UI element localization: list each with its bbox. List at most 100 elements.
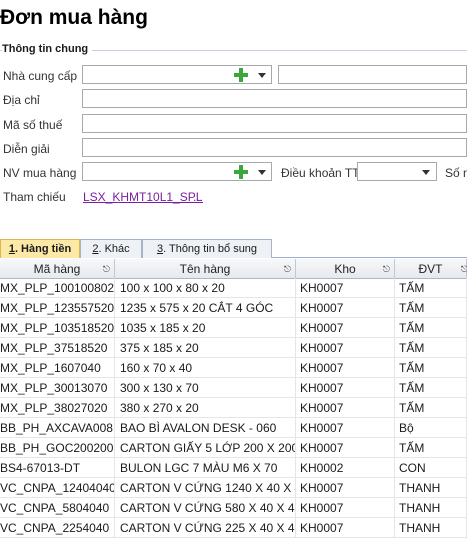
table-row[interactable]: MX_PLP_38027020 380 x 270 x 20 KH0007 TẤ… — [0, 398, 467, 418]
tax-code-field[interactable] — [82, 114, 467, 133]
grid-header: Mã hàng ⎋ Tên hàng ⎋ Kho ⎋ ĐVT ⎋ — [0, 259, 467, 279]
column-header-unit[interactable]: ĐVT ⎋ — [395, 259, 467, 278]
tab-money[interactable]: 1. Hàng tiền — [0, 239, 80, 258]
cell-warehouse[interactable]: KH0007 — [296, 498, 395, 518]
supplier-label: Nhà cung cấp — [3, 69, 78, 83]
payment-terms-label: Điều khoản TT — [281, 166, 360, 180]
cell-warehouse[interactable]: KH0007 — [296, 338, 395, 358]
cell-warehouse[interactable]: KH0007 — [296, 478, 395, 498]
add-purchaser-icon[interactable] — [232, 163, 250, 181]
cell-unit[interactable]: THANH — [395, 498, 467, 518]
cell-warehouse[interactable]: KH0007 — [296, 398, 395, 418]
cell-item-code[interactable]: MX_PLP_100100802 — [0, 278, 115, 298]
tax-code-label: Mã số thuế — [3, 118, 63, 132]
cell-unit[interactable]: THANH — [395, 478, 467, 498]
cell-unit[interactable]: TẤM — [395, 398, 467, 418]
grid-body: MX_PLP_100100802 100 x 100 x 80 x 20 KH0… — [0, 278, 467, 538]
table-row[interactable]: MX_PLP_37518520 375 x 185 x 20 KH0007 TẤ… — [0, 338, 467, 358]
cell-unit[interactable]: TẤM — [395, 358, 467, 378]
cell-item-code[interactable]: BS4-67013-DT — [0, 458, 115, 478]
cell-unit[interactable]: THANH — [395, 518, 467, 538]
description-field[interactable] — [82, 138, 467, 157]
cell-warehouse[interactable]: KH0002 — [296, 458, 395, 478]
cell-warehouse[interactable]: KH0007 — [296, 438, 395, 458]
reference-label: Tham chiếu — [3, 190, 66, 204]
column-header-item-name[interactable]: Tên hàng ⎋ — [115, 259, 296, 278]
cell-item-name[interactable]: CARTON V CỨNG 1240 X 40 X 4 — [115, 478, 296, 498]
table-row[interactable]: MX_PLP_103518520 1035 x 185 x 20 KH0007 … — [0, 318, 467, 338]
cell-unit[interactable]: Bộ — [395, 418, 467, 438]
reference-link[interactable]: LSX_KHMT10L1_SPL — [83, 190, 202, 204]
cell-warehouse[interactable]: KH0007 — [296, 278, 395, 298]
cell-item-name[interactable]: 380 x 270 x 20 — [115, 398, 296, 418]
cell-item-code[interactable]: MX_PLP_103518520 — [0, 318, 115, 338]
cell-warehouse[interactable]: KH0007 — [296, 378, 395, 398]
table-row[interactable]: VC_CNPA_5804040 CARTON V CỨNG 580 X 40 X… — [0, 498, 467, 518]
cell-unit[interactable]: TẤM — [395, 378, 467, 398]
table-row[interactable]: VC_CNPA_2254040 CARTON V CỨNG 225 X 40 X… — [0, 518, 467, 538]
tab-other[interactable]: 2. Khác — [80, 239, 142, 258]
address-label: Địa chỉ — [3, 93, 40, 107]
cell-unit[interactable]: TẤM — [395, 318, 467, 338]
cell-item-code[interactable]: BB_PH_AXCAVA008 — [0, 418, 115, 438]
cell-warehouse[interactable]: KH0007 — [296, 318, 395, 338]
page-title: Đơn mua hàng — [0, 6, 148, 29]
cell-item-code[interactable]: VC_CNPA_2254040 — [0, 518, 115, 538]
payment-terms-dropdown-icon[interactable] — [422, 170, 430, 175]
cell-item-code[interactable]: BB_PH_GOC200200 — [0, 438, 115, 458]
pin-icon[interactable]: ⎋ — [284, 264, 291, 275]
pin-icon[interactable]: ⎋ — [103, 264, 110, 275]
cell-item-code[interactable]: VC_CNPA_12404040 — [0, 478, 115, 498]
cell-item-name[interactable]: 300 x 130 x 70 — [115, 378, 296, 398]
days-label: Số n — [445, 166, 467, 180]
cell-item-name[interactable]: 160 x 70 x 40 — [115, 358, 296, 378]
cell-item-name[interactable]: BULON LGC 7 MÀU M6 X 70 — [115, 458, 296, 478]
cell-unit[interactable]: TẤM — [395, 338, 467, 358]
cell-unit[interactable]: TẤM — [395, 438, 467, 458]
cell-unit[interactable]: TẤM — [395, 278, 467, 298]
cell-item-name[interactable]: 1035 x 185 x 20 — [115, 318, 296, 338]
column-header-item-code[interactable]: Mã hàng ⎋ — [0, 259, 115, 278]
cell-item-code[interactable]: MX_PLP_123557520 — [0, 298, 115, 318]
table-row[interactable]: VC_CNPA_12404040 CARTON V CỨNG 1240 X 40… — [0, 478, 467, 498]
address-field[interactable] — [82, 89, 467, 108]
pin-icon[interactable]: ⎋ — [461, 264, 467, 275]
table-row[interactable]: MX_PLP_123557520 1235 x 575 x 20 CẮT 4 G… — [0, 298, 467, 318]
cell-item-name[interactable]: 100 x 100 x 80 x 20 — [115, 278, 296, 298]
pin-icon[interactable]: ⎋ — [383, 264, 390, 275]
cell-item-code[interactable]: MX_PLP_37518520 — [0, 338, 115, 358]
cell-item-name[interactable]: 1235 x 575 x 20 CẮT 4 GÓC — [115, 298, 296, 318]
purchaser-label: NV mua hàng — [3, 166, 77, 180]
description-label: Diễn giải — [3, 142, 50, 156]
add-supplier-icon[interactable] — [232, 66, 250, 84]
table-row[interactable]: MX_PLP_30013070 300 x 130 x 70 KH0007 TẤ… — [0, 378, 467, 398]
table-row[interactable]: MX_PLP_100100802 100 x 100 x 80 x 20 KH0… — [0, 278, 467, 298]
cell-item-code[interactable]: VC_CNPA_5804040 — [0, 498, 115, 518]
cell-item-name[interactable]: CARTON V CỨNG 580 X 40 X 40 — [115, 498, 296, 518]
cell-item-code[interactable]: MX_PLP_1607040 — [0, 358, 115, 378]
tab-additional-info[interactable]: 3. Thông tin bổ sung — [142, 239, 272, 258]
section-title: Thông tin chung — [2, 43, 93, 55]
cell-item-name[interactable]: CARTON V CỨNG 225 X 40 X 40 — [115, 518, 296, 538]
cell-unit[interactable]: TẤM — [395, 298, 467, 318]
cell-unit[interactable]: CON — [395, 458, 467, 478]
cell-item-name[interactable]: 375 x 185 x 20 — [115, 338, 296, 358]
table-row[interactable]: BB_PH_GOC200200 CARTON GIẤY 5 LỚP 200 X … — [0, 438, 467, 458]
cell-item-name[interactable]: CARTON GIẤY 5 LỚP 200 X 200 — [115, 438, 296, 458]
supplier-dropdown-icon[interactable] — [258, 73, 266, 78]
table-row[interactable]: BB_PH_AXCAVA008 BAO BÌ AVALON DESK - 060… — [0, 418, 467, 438]
cell-warehouse[interactable]: KH0007 — [296, 418, 395, 438]
cell-item-code[interactable]: MX_PLP_38027020 — [0, 398, 115, 418]
supplier-name-field[interactable] — [278, 65, 467, 84]
general-info-section: Thông tin chung — [0, 43, 467, 55]
purchaser-dropdown-icon[interactable] — [258, 170, 266, 175]
cell-item-code[interactable]: MX_PLP_30013070 — [0, 378, 115, 398]
cell-warehouse[interactable]: KH0007 — [296, 358, 395, 378]
cell-warehouse[interactable]: KH0007 — [296, 518, 395, 538]
cell-item-name[interactable]: BAO BÌ AVALON DESK - 060 — [115, 418, 296, 438]
reference-more-link[interactable]: ... — [193, 190, 203, 204]
table-row[interactable]: MX_PLP_1607040 160 x 70 x 40 KH0007 TẤM — [0, 358, 467, 378]
table-row[interactable]: BS4-67013-DT BULON LGC 7 MÀU M6 X 70 KH0… — [0, 458, 467, 478]
column-header-warehouse[interactable]: Kho ⎋ — [296, 259, 395, 278]
cell-warehouse[interactable]: KH0007 — [296, 298, 395, 318]
